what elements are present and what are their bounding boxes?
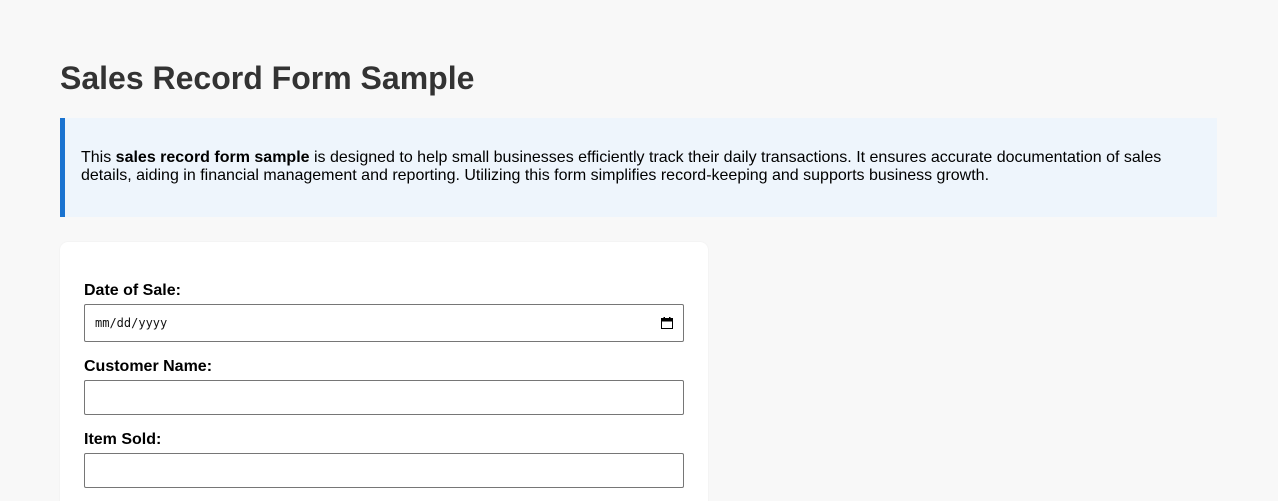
customer-name-label: Customer Name: <box>84 358 213 375</box>
intro-prefix: This <box>81 149 116 166</box>
date-placeholder: mm/dd/yyyy <box>95 316 168 330</box>
intro-box: This sales record form sample is designe… <box>60 118 1217 217</box>
intro-bold: sales record form sample <box>115 149 310 166</box>
page: Sales Record Form Sample This sales reco… <box>0 0 1278 501</box>
calendar-icon[interactable] <box>661 317 673 329</box>
sales-form: Date of Sale: mm/dd/yyyy Customer Name: … <box>60 242 708 501</box>
item-sold-label: Item Sold: <box>84 431 162 448</box>
date-of-sale-label: Date of Sale: <box>84 282 181 299</box>
date-of-sale-input[interactable]: mm/dd/yyyy <box>84 304 684 342</box>
customer-name-input[interactable] <box>84 380 684 415</box>
item-sold-input[interactable] <box>84 453 684 488</box>
page-title: Sales Record Form Sample <box>60 60 475 96</box>
